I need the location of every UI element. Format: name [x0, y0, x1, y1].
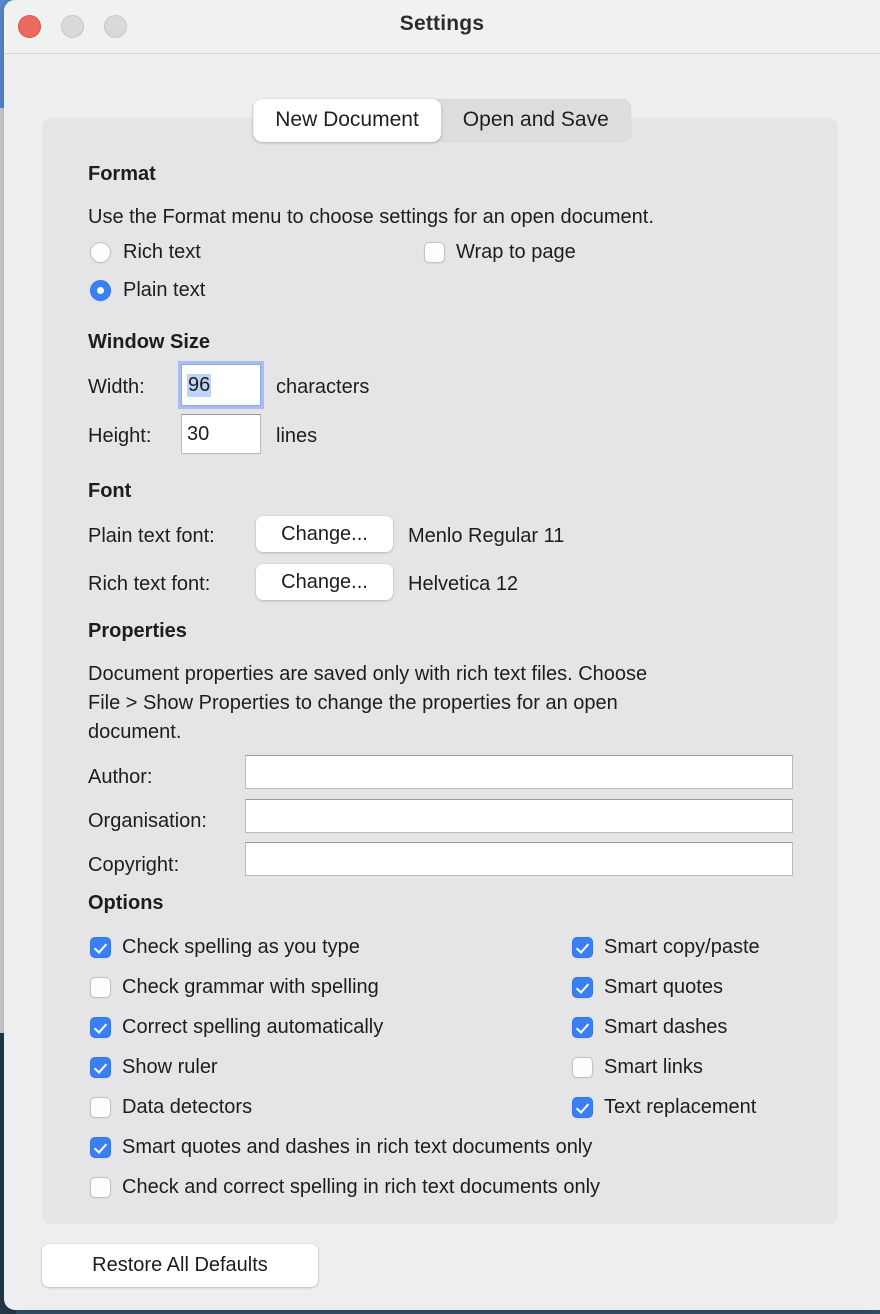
checkbox-show-ruler-control[interactable]: [90, 1057, 111, 1078]
checkbox-smart-dashes-label: Smart dashes: [604, 1016, 727, 1039]
radio-plain-text-label: Plain text: [123, 279, 205, 302]
checkbox-check-correct-spelling-rich-text-only-label: Check and correct spelling in rich text …: [122, 1176, 600, 1199]
rich-text-font-value: Helvetica 12: [408, 573, 518, 596]
height-input[interactable]: 30: [181, 414, 261, 454]
settings-tabbar: New Document Open and Save: [253, 99, 631, 142]
height-label: Height:: [88, 425, 151, 448]
checkbox-correct-spelling-automatically-control[interactable]: [90, 1017, 111, 1038]
checkbox-check-grammar-with-spelling[interactable]: Check grammar with spelling: [90, 976, 379, 999]
change-plain-text-font-button[interactable]: Change...: [256, 516, 393, 552]
checkbox-smart-links[interactable]: Smart links: [572, 1056, 703, 1079]
window-title: Settings: [4, 12, 880, 36]
window-size-heading: Window Size: [88, 331, 210, 354]
checkbox-show-ruler[interactable]: Show ruler: [90, 1056, 218, 1079]
checkbox-data-detectors-label: Data detectors: [122, 1096, 252, 1119]
checkbox-data-detectors-control[interactable]: [90, 1097, 111, 1118]
radio-rich-text-label: Rich text: [123, 241, 201, 264]
plain-text-font-value: Menlo Regular 11: [408, 525, 564, 548]
height-input-value: 30: [187, 423, 209, 446]
checkbox-smart-links-control[interactable]: [572, 1057, 593, 1078]
organisation-input[interactable]: [245, 799, 793, 833]
window-titlebar: Settings: [4, 0, 880, 54]
checkbox-correct-spelling-automatically[interactable]: Correct spelling automatically: [90, 1016, 383, 1039]
checkbox-smart-copy-paste-label: Smart copy/paste: [604, 936, 760, 959]
author-label: Author:: [88, 766, 152, 789]
checkbox-smart-quotes-dashes-rich-text-only-control[interactable]: [90, 1137, 111, 1158]
checkbox-wrap-to-page-label: Wrap to page: [456, 241, 576, 264]
properties-heading: Properties: [88, 620, 187, 643]
checkbox-text-replacement[interactable]: Text replacement: [572, 1096, 756, 1119]
author-input[interactable]: [245, 755, 793, 789]
checkbox-smart-copy-paste[interactable]: Smart copy/paste: [572, 936, 760, 959]
checkbox-show-ruler-label: Show ruler: [122, 1056, 218, 1079]
options-heading: Options: [88, 892, 164, 915]
checkbox-text-replacement-control[interactable]: [572, 1097, 593, 1118]
checkbox-smart-quotes-dashes-rich-text-only[interactable]: Smart quotes and dashes in rich text doc…: [90, 1136, 592, 1159]
checkbox-check-correct-spelling-rich-text-only-control[interactable]: [90, 1177, 111, 1198]
settings-window: Settings New Document Open and Save Form…: [4, 0, 880, 1310]
width-input[interactable]: 96: [181, 364, 261, 406]
checkbox-smart-quotes-dashes-rich-text-only-label: Smart quotes and dashes in rich text doc…: [122, 1136, 592, 1159]
change-rich-text-font-button[interactable]: Change...: [256, 564, 393, 600]
plain-text-font-label: Plain text font:: [88, 525, 215, 548]
checkbox-smart-quotes[interactable]: Smart quotes: [572, 976, 723, 999]
checkbox-check-grammar-with-spelling-control[interactable]: [90, 977, 111, 998]
properties-description-line1: Document properties are saved only with …: [88, 660, 647, 689]
checkbox-text-replacement-label: Text replacement: [604, 1096, 756, 1119]
checkbox-smart-quotes-label: Smart quotes: [604, 976, 723, 999]
format-heading: Format: [88, 163, 156, 186]
checkbox-smart-quotes-control[interactable]: [572, 977, 593, 998]
radio-rich-text-control[interactable]: [90, 242, 111, 263]
checkbox-check-correct-spelling-rich-text-only[interactable]: Check and correct spelling in rich text …: [90, 1176, 600, 1199]
checkbox-check-spelling-as-you-type-control[interactable]: [90, 937, 111, 958]
tab-new-document[interactable]: New Document: [253, 99, 441, 142]
checkbox-smart-links-label: Smart links: [604, 1056, 703, 1079]
copyright-label: Copyright:: [88, 854, 179, 877]
settings-panel: Format Use the Format menu to choose set…: [42, 118, 838, 1224]
width-label: Width:: [88, 376, 145, 399]
checkbox-check-spelling-as-you-type-label: Check spelling as you type: [122, 936, 360, 959]
width-input-value: 96: [187, 374, 211, 397]
organisation-label: Organisation:: [88, 810, 207, 833]
checkbox-correct-spelling-automatically-label: Correct spelling automatically: [122, 1016, 383, 1039]
checkbox-data-detectors[interactable]: Data detectors: [90, 1096, 252, 1119]
checkbox-wrap-to-page-control[interactable]: [424, 242, 445, 263]
checkbox-wrap-to-page[interactable]: Wrap to page: [424, 241, 576, 264]
checkbox-smart-dashes[interactable]: Smart dashes: [572, 1016, 727, 1039]
properties-description-line3: document.: [88, 718, 181, 747]
radio-plain-text[interactable]: Plain text: [90, 279, 205, 302]
checkbox-check-spelling-as-you-type[interactable]: Check spelling as you type: [90, 936, 360, 959]
tab-open-and-save[interactable]: Open and Save: [441, 99, 631, 142]
checkbox-check-grammar-with-spelling-label: Check grammar with spelling: [122, 976, 379, 999]
rich-text-font-label: Rich text font:: [88, 573, 210, 596]
font-heading: Font: [88, 480, 131, 503]
format-description: Use the Format menu to choose settings f…: [88, 203, 654, 232]
properties-description-line2: File > Show Properties to change the pro…: [88, 689, 618, 718]
height-unit-label: lines: [276, 425, 317, 448]
copyright-input[interactable]: [245, 842, 793, 876]
radio-rich-text[interactable]: Rich text: [90, 241, 201, 264]
checkbox-smart-dashes-control[interactable]: [572, 1017, 593, 1038]
radio-plain-text-control[interactable]: [90, 280, 111, 301]
checkbox-smart-copy-paste-control[interactable]: [572, 937, 593, 958]
restore-all-defaults-button[interactable]: Restore All Defaults: [42, 1244, 318, 1287]
width-unit-label: characters: [276, 376, 369, 399]
